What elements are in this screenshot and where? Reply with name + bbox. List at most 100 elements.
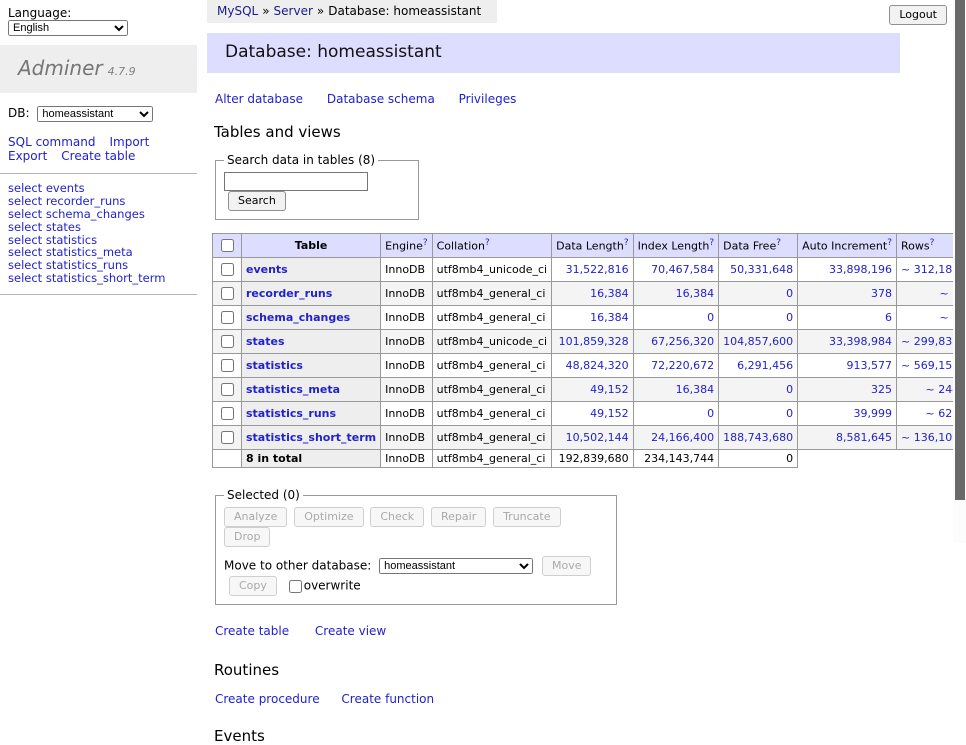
create-table-link[interactable]: Create table	[215, 624, 289, 638]
collation-hint-link[interactable]: ?	[485, 238, 490, 248]
move-database-select[interactable]: homeassistant	[379, 558, 533, 574]
data-free-link[interactable]: 188,743,680	[723, 431, 793, 444]
vertical-scrollbar[interactable]	[953, 0, 966, 543]
rows-link[interactable]: ~ 136,108	[901, 431, 959, 444]
auto-increment-link[interactable]: 33,898,196	[829, 263, 892, 276]
index-length-link[interactable]: 72,220,672	[651, 359, 714, 372]
table-row: statistics_runs InnoDB utf8mb4_general_c…	[213, 402, 966, 426]
drop-button[interactable]: Drop	[224, 527, 270, 547]
auto-increment-link[interactable]: 325	[871, 383, 892, 396]
check-button[interactable]: Check	[370, 507, 424, 527]
logout-button[interactable]: Logout	[889, 5, 947, 25]
rows-link[interactable]: ~ 312,180	[901, 263, 959, 276]
data-free-link[interactable]: 0	[786, 311, 793, 324]
row-checkbox[interactable]	[221, 359, 234, 372]
data-free-link[interactable]: 104,857,600	[723, 335, 793, 348]
row-checkbox[interactable]	[221, 407, 234, 420]
index-length-link[interactable]: 0	[707, 311, 714, 324]
table-name-link[interactable]: events	[246, 263, 288, 276]
rows-link[interactable]: ~ 569,159	[901, 359, 959, 372]
table-name-link[interactable]: statistics	[246, 359, 303, 372]
search-button[interactable]: Search	[228, 191, 286, 211]
create-procedure-link[interactable]: Create procedure	[215, 692, 320, 706]
data-free-link[interactable]: 0	[786, 407, 793, 420]
table-name-link[interactable]: states	[246, 335, 285, 348]
auto-increment-link[interactable]: 8,581,645	[836, 431, 892, 444]
table-name-link[interactable]: recorder_runs	[246, 287, 332, 300]
optimize-button[interactable]: Optimize	[294, 507, 363, 527]
db-select[interactable]: homeassistant	[37, 106, 153, 122]
app-name[interactable]: Adminer	[18, 56, 103, 80]
scrollbar-thumb[interactable]	[955, 0, 965, 500]
index-length-link[interactable]: 0	[707, 407, 714, 420]
data-length-link[interactable]: 49,152	[590, 407, 629, 420]
create-view-link[interactable]: Create view	[315, 624, 386, 638]
analyze-button[interactable]: Analyze	[224, 507, 287, 527]
alter-database-link[interactable]: Alter database	[215, 92, 303, 106]
row-checkbox[interactable]	[221, 287, 234, 300]
row-checkbox[interactable]	[221, 263, 234, 276]
app-version[interactable]: 4.7.9	[108, 65, 136, 78]
index-length-link[interactable]: 16,384	[676, 287, 715, 300]
data-free-link[interactable]: 0	[786, 287, 793, 300]
data-free-link[interactable]: 50,331,648	[730, 263, 793, 276]
breadcrumb-mysql-link[interactable]: MySQL	[217, 4, 258, 18]
sidebar-link-export[interactable]: Export	[8, 149, 47, 163]
auto-increment-link[interactable]: 39,999	[854, 407, 893, 420]
row-checkbox[interactable]	[221, 311, 234, 324]
data-length-link[interactable]: 10,502,144	[566, 431, 629, 444]
events-heading: Events	[214, 727, 953, 745]
rows-hint-link[interactable]: ?	[930, 238, 935, 248]
truncate-button[interactable]: Truncate	[493, 507, 560, 527]
auto-increment-hint-link[interactable]: ?	[887, 238, 892, 248]
auto-increment-link[interactable]: 33,398,984	[829, 335, 892, 348]
data-free-link[interactable]: 0	[786, 383, 793, 396]
privileges-link[interactable]: Privileges	[459, 92, 517, 106]
sidebar-select-link[interactable]: select schema_changes	[8, 208, 189, 221]
create-function-link[interactable]: Create function	[341, 692, 434, 706]
select-all-checkbox[interactable]	[221, 239, 234, 252]
data-length-link[interactable]: 16,384	[590, 311, 629, 324]
data-length-hint-link[interactable]: ?	[624, 238, 629, 248]
index-length-link[interactable]: 67,256,320	[651, 335, 714, 348]
search-input[interactable]	[224, 172, 368, 191]
table-name-link[interactable]: statistics_meta	[246, 383, 340, 396]
auto-increment-link[interactable]: 913,577	[847, 359, 893, 372]
data-free-hint-link[interactable]: ?	[776, 238, 781, 248]
sidebar-select-link[interactable]: select statistics_runs	[8, 259, 189, 272]
engine-hint-link[interactable]: ?	[423, 238, 428, 248]
sidebar-select-link[interactable]: select statistics_short_term	[8, 272, 189, 285]
row-checkbox[interactable]	[221, 431, 234, 444]
data-length-link[interactable]: 49,152	[590, 383, 629, 396]
copy-button[interactable]: Copy	[229, 576, 277, 596]
index-length-link[interactable]: 70,467,584	[651, 263, 714, 276]
table-name-link[interactable]: statistics_short_term	[246, 431, 376, 444]
rows-link[interactable]: ~ 299,833	[901, 335, 959, 348]
sidebar-select-link[interactable]: select recorder_runs	[8, 195, 189, 208]
language-select[interactable]: English	[8, 20, 128, 36]
auto-increment-link[interactable]: 378	[871, 287, 892, 300]
overwrite-checkbox[interactable]	[289, 580, 302, 593]
index-length-hint-link[interactable]: ?	[709, 238, 714, 248]
row-checkbox[interactable]	[221, 335, 234, 348]
repair-button[interactable]: Repair	[431, 507, 486, 527]
sidebar-link-sql-command[interactable]: SQL command	[8, 135, 95, 149]
index-length-link[interactable]: 24,166,400	[651, 431, 714, 444]
sidebar-link-import[interactable]: Import	[109, 135, 149, 149]
auto-increment-link[interactable]: 6	[885, 311, 892, 324]
table-name-link[interactable]: statistics_runs	[246, 407, 336, 420]
data-length-link[interactable]: 31,522,816	[566, 263, 629, 276]
data-free-link[interactable]: 6,291,456	[737, 359, 793, 372]
sidebar-link-create-table[interactable]: Create table	[61, 149, 135, 163]
sidebar-select-link[interactable]: select states	[8, 221, 189, 234]
data-length-link[interactable]: 48,824,320	[566, 359, 629, 372]
row-checkbox[interactable]	[221, 383, 234, 396]
breadcrumb-server-link[interactable]: Server	[274, 4, 313, 18]
table-name-link[interactable]: schema_changes	[246, 311, 350, 324]
index-length-link[interactable]: 16,384	[676, 383, 715, 396]
move-button[interactable]: Move	[542, 556, 592, 576]
database-schema-link[interactable]: Database schema	[327, 92, 435, 106]
data-length-link[interactable]: 101,859,328	[559, 335, 629, 348]
data-length-link[interactable]: 16,384	[590, 287, 629, 300]
data-length-cell: 101,859,328	[552, 330, 633, 354]
